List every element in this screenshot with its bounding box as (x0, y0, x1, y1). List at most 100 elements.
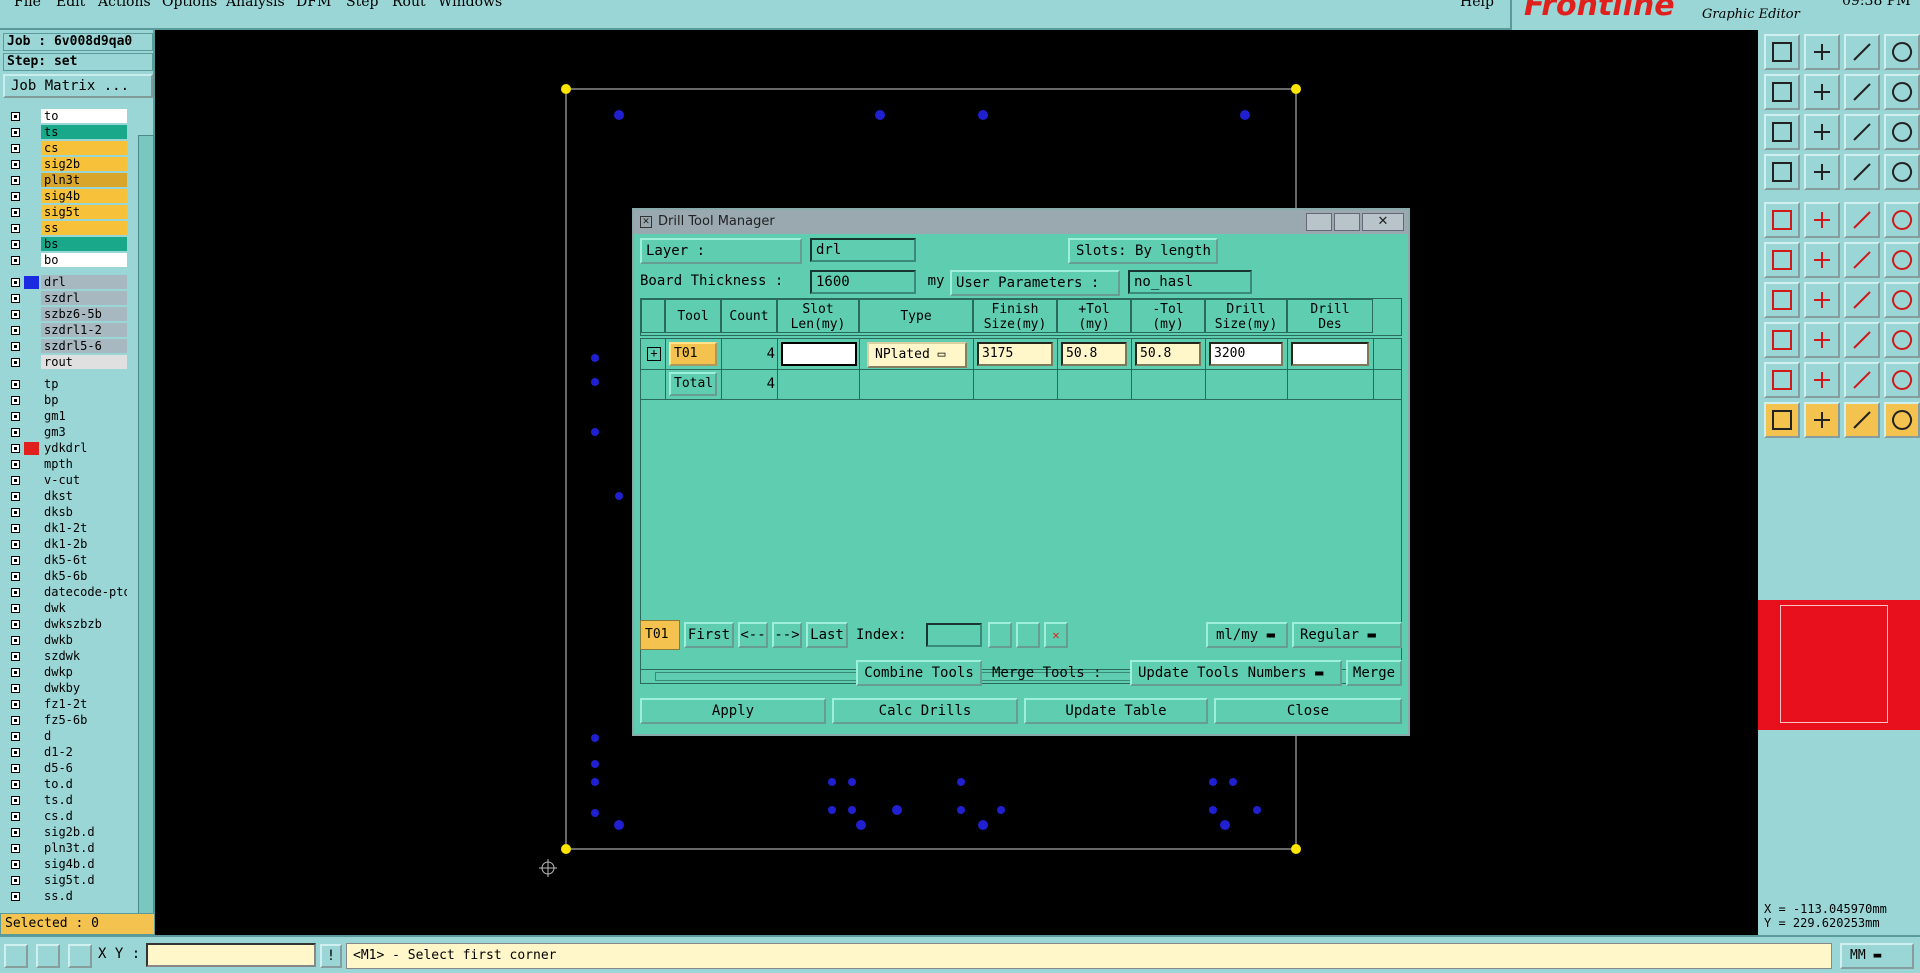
tool-cell[interactable]: T01 (669, 342, 717, 366)
cross-icon[interactable] (1804, 242, 1840, 278)
maximize-button[interactable] (1334, 213, 1360, 231)
menu-analysis[interactable]: Analysis (226, 0, 285, 10)
layer-checkbox[interactable] (11, 524, 20, 533)
layer-checkbox[interactable] (11, 700, 20, 709)
layer-checkbox[interactable] (11, 396, 20, 405)
row-expand-icon[interactable]: + (647, 347, 661, 361)
alert-icon[interactable]: ! (320, 944, 342, 968)
arc-icon[interactable] (1884, 242, 1920, 278)
pencil-icon[interactable] (1764, 282, 1800, 318)
layer-checkbox[interactable] (11, 652, 20, 661)
line-icon[interactable] (1844, 242, 1880, 278)
layer-checkbox[interactable] (11, 278, 20, 287)
layer-checkbox[interactable] (11, 208, 20, 217)
layer-row[interactable]: pln3t.d (3, 841, 128, 855)
layer-row[interactable]: ts (3, 125, 128, 139)
dialog-titlebar[interactable]: ✕ Drill Tool Manager ✕ (634, 210, 1408, 234)
layer-checkbox[interactable] (11, 460, 20, 469)
layer-row[interactable]: dwkby (3, 681, 128, 695)
finish-size-input[interactable]: 3175 (977, 342, 1053, 366)
layout-icon[interactable] (1884, 34, 1920, 70)
layer-row[interactable]: ydkdrl (3, 441, 128, 455)
layer-checkbox[interactable] (11, 684, 20, 693)
layer-row[interactable]: szdrl5-6 (3, 339, 128, 353)
layer-row[interactable]: sig2b.d (3, 825, 128, 839)
measure-icon[interactable] (36, 944, 60, 968)
prev-button[interactable]: <-- (738, 622, 768, 648)
layer-row[interactable]: dk5-6b (3, 569, 128, 583)
layer-checkbox[interactable] (11, 192, 20, 201)
mode-select[interactable]: Regular ▬ (1292, 622, 1402, 648)
layer-input[interactable]: drl (810, 238, 916, 262)
minus-icon[interactable] (1804, 322, 1840, 358)
minus-tol-input[interactable]: 50.8 (1135, 342, 1201, 366)
layer-row[interactable]: dwkb (3, 633, 128, 647)
menu-edit[interactable]: Edit (56, 0, 85, 10)
update-table-button[interactable]: Update Table (1024, 698, 1208, 724)
close-button[interactable]: Close (1214, 698, 1402, 724)
layer-checkbox[interactable] (11, 844, 20, 853)
connect-icon[interactable] (1764, 242, 1800, 278)
menu-step[interactable]: Step (346, 0, 378, 10)
layer-checkbox[interactable] (11, 380, 20, 389)
layer-checkbox[interactable] (11, 492, 20, 501)
layer-checkbox[interactable] (11, 310, 20, 319)
layer-row[interactable]: v-cut (3, 473, 128, 487)
layer-checkbox[interactable] (11, 764, 20, 773)
units-select[interactable]: ml/my ▬ (1206, 622, 1288, 648)
layer-row[interactable]: gm3 (3, 425, 128, 439)
layer-row[interactable]: dk1-2t (3, 521, 128, 535)
combine-tools-button[interactable]: Combine Tools (856, 660, 982, 686)
slots-select[interactable]: Slots: By length ▬ (1068, 238, 1218, 281)
layer-row[interactable]: to (3, 109, 128, 123)
view-window[interactable] (1780, 605, 1888, 723)
layer-row[interactable]: bp (3, 393, 128, 407)
route-icon[interactable] (1884, 402, 1920, 438)
layer-row[interactable]: mpth (3, 457, 128, 471)
layer-row[interactable]: cs (3, 141, 128, 155)
layer-checkbox[interactable] (11, 508, 20, 517)
menu-windows[interactable]: Windows (438, 0, 502, 10)
layer-row[interactable]: cs.d (3, 809, 128, 823)
camera-icon[interactable] (1764, 202, 1800, 238)
table-icon[interactable] (1016, 622, 1040, 648)
layer-row[interactable]: d (3, 729, 128, 743)
calc-drills-button[interactable]: Calc Drills (832, 698, 1018, 724)
layer-checkbox[interactable] (11, 160, 20, 169)
pad-icon[interactable] (1884, 282, 1920, 318)
layer-checkbox[interactable] (11, 716, 20, 725)
close-window-button[interactable]: ✕ (1362, 213, 1404, 231)
layer-row[interactable]: ts.d (3, 793, 128, 807)
grid-icon[interactable] (68, 944, 92, 968)
layer-row[interactable]: sig5t.d (3, 873, 128, 887)
units-select[interactable]: MM ▬ (1840, 943, 1914, 969)
next-button[interactable]: --> (772, 622, 802, 648)
triangle-icon[interactable] (1764, 362, 1800, 398)
layer-checkbox[interactable] (11, 780, 20, 789)
drill-table-icon[interactable] (1884, 154, 1920, 190)
fit-icon[interactable] (1764, 114, 1800, 150)
select-plus-icon[interactable] (1844, 402, 1880, 438)
layer-row[interactable]: to.d (3, 777, 128, 791)
undo-icon[interactable] (1844, 74, 1880, 110)
layer-row[interactable]: datecode-pto (3, 585, 128, 599)
menu-dfm[interactable]: DFM (296, 0, 331, 10)
dot-icon[interactable] (1884, 202, 1920, 238)
layer-row[interactable]: dwk (3, 601, 128, 615)
left-arrow-icon[interactable] (1764, 74, 1800, 110)
layer-row[interactable]: sig5t (3, 205, 128, 219)
menu-file[interactable]: File (14, 0, 41, 10)
layer-list-scrollbar[interactable] (138, 135, 154, 945)
layer-checkbox[interactable] (11, 428, 20, 437)
menu-rout[interactable]: Rout (392, 0, 426, 10)
slash-icon[interactable] (1804, 282, 1840, 318)
layer-checkbox[interactable] (11, 112, 20, 121)
ruler-icon[interactable] (1844, 202, 1880, 238)
merge-button[interactable]: Merge (1346, 660, 1402, 686)
home-icon[interactable] (1844, 34, 1880, 70)
drill-size-input[interactable]: 3200 (1209, 342, 1283, 366)
layer-checkbox[interactable] (11, 326, 20, 335)
layer-row[interactable]: fz5-6b (3, 713, 128, 727)
layer-checkbox[interactable] (11, 876, 20, 885)
layer-row[interactable]: dwkszbzb (3, 617, 128, 631)
